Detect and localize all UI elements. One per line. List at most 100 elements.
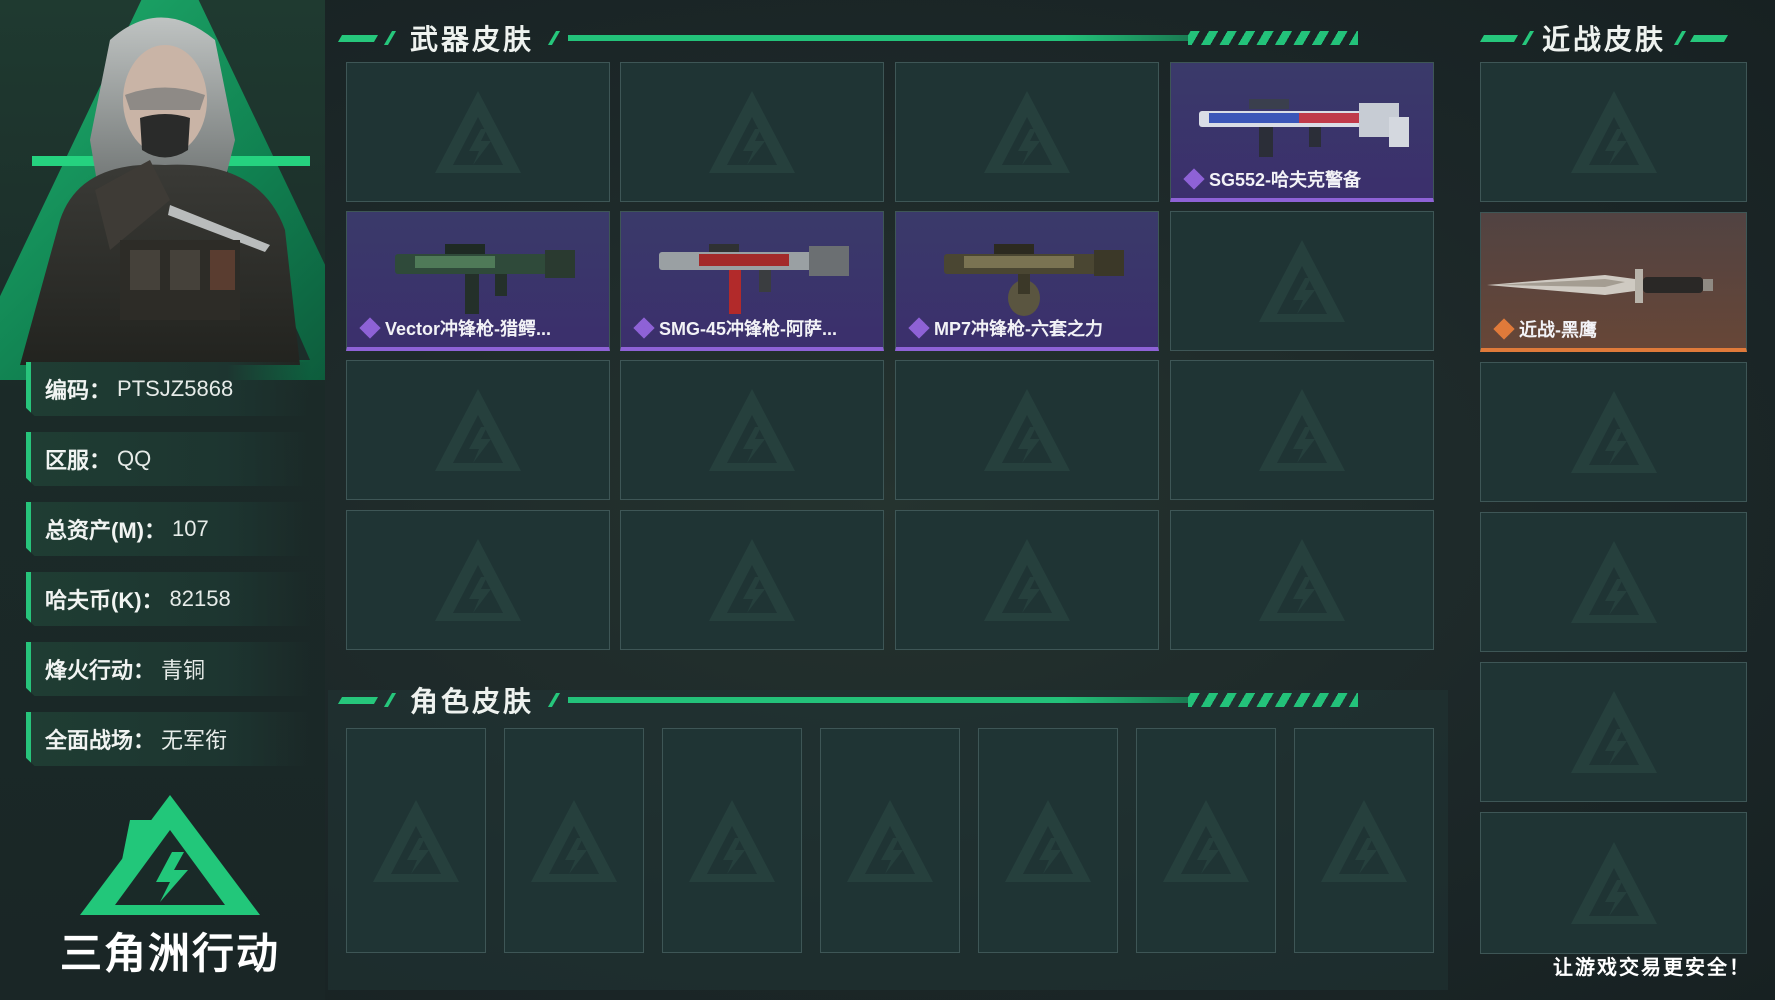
placeholder-logo-icon — [373, 799, 459, 882]
melee-empty-slot[interactable] — [1480, 362, 1747, 502]
skin-name: Vector冲锋枪-猎鳄... — [385, 319, 552, 339]
info-key: 编码： — [45, 378, 112, 403]
weapon-skin-card[interactable]: SG552-哈夫克警备 — [1170, 62, 1434, 202]
placeholder-logo-icon — [1570, 691, 1657, 773]
smg-icon — [659, 244, 849, 314]
skin-label: Vector冲锋枪-猎鳄... — [359, 315, 552, 341]
info-row-server: 区服： QQ — [26, 432, 311, 486]
info-row-assets: 总资产(M)： 107 — [26, 502, 311, 556]
info-row-code: 编码： PTSJZ5868 — [26, 362, 311, 416]
weapon-empty-slot[interactable] — [895, 360, 1159, 500]
placeholder-logo-icon — [1570, 541, 1657, 623]
weapon-skins-header: 武器皮肤 — [337, 20, 1450, 56]
profile-info-list: 编码： PTSJZ5868 区服： QQ 总资产(M)： 107 哈夫币(K)：… — [26, 362, 311, 782]
placeholder-logo-icon — [1259, 389, 1345, 471]
character-avatar — [20, 17, 300, 365]
placeholder-logo-icon — [709, 539, 795, 621]
header-hatch — [1188, 693, 1359, 707]
placeholder-logo-icon — [1259, 240, 1345, 322]
footer-slogan: 让游戏交易更安全！ — [1553, 957, 1751, 979]
placeholder-logo-icon — [1163, 799, 1249, 882]
info-key: 全面战场： — [45, 728, 156, 753]
weapon-empty-slot[interactable] — [895, 510, 1159, 650]
weapon-skin-card[interactable]: MP7冲锋枪-六套之力 — [895, 211, 1159, 351]
info-row-coins: 哈夫币(K)： 82158 — [26, 572, 311, 626]
delta-logo-icon — [80, 795, 260, 915]
role-empty-slot[interactable] — [662, 728, 802, 953]
skin-label: 近战-黑鹰 — [1493, 316, 1597, 342]
melee-empty-slot[interactable] — [1480, 812, 1747, 954]
header-dash — [1689, 34, 1729, 42]
placeholder-logo-icon — [1570, 91, 1657, 173]
rarity-diamond-icon — [633, 317, 655, 339]
info-value: 无军衔 — [161, 728, 228, 753]
header-tick — [547, 31, 561, 45]
role-empty-slot[interactable] — [978, 728, 1118, 953]
rarity-diamond-icon — [359, 317, 381, 339]
logo-text: 三角洲行动 — [60, 930, 281, 977]
header-tick — [1673, 31, 1687, 45]
skin-label: SG552-哈夫克警备 — [1183, 166, 1362, 192]
weapon-skin-card[interactable]: Vector冲锋枪-猎鳄... — [346, 211, 610, 351]
info-value: QQ — [117, 446, 152, 471]
placeholder-logo-icon — [709, 389, 795, 471]
weapon-empty-slot[interactable] — [1170, 211, 1434, 351]
placeholder-logo-icon — [1321, 799, 1407, 882]
rarity-diamond-icon — [1493, 318, 1515, 340]
weapon-empty-slot[interactable] — [620, 62, 884, 202]
skin-label: SMG-45冲锋枪-阿萨... — [633, 315, 838, 341]
info-value: 107 — [171, 516, 209, 541]
header-hatch — [1188, 31, 1359, 45]
placeholder-logo-icon — [435, 389, 521, 471]
melee-empty-slot[interactable] — [1480, 662, 1747, 802]
placeholder-logo-icon — [435, 539, 521, 621]
weapon-empty-slot[interactable] — [895, 62, 1159, 202]
placeholder-logo-icon — [847, 799, 933, 882]
header-tick — [1521, 31, 1535, 45]
placeholder-logo-icon — [1005, 799, 1091, 882]
role-empty-slot[interactable] — [504, 728, 644, 953]
melee-empty-slot[interactable] — [1480, 512, 1747, 652]
header-dash — [337, 34, 379, 42]
role-empty-slot[interactable] — [820, 728, 960, 953]
info-row-rank-operations: 烽火行动： 青铜 — [26, 642, 311, 696]
skin-name: SMG-45冲锋枪-阿萨... — [659, 319, 838, 339]
weapon-empty-slot[interactable] — [346, 360, 610, 500]
role-empty-slot[interactable] — [346, 728, 486, 953]
weapon-empty-slot[interactable] — [1170, 510, 1434, 650]
header-dash — [337, 696, 379, 704]
melee-skin-card[interactable]: 近战-黑鹰 — [1480, 212, 1747, 352]
weapon-empty-slot[interactable] — [620, 360, 884, 500]
rifle-icon — [1199, 99, 1409, 157]
role-empty-slot[interactable] — [1136, 728, 1276, 953]
weapon-empty-slot[interactable] — [346, 510, 610, 650]
placeholder-logo-icon — [689, 799, 775, 882]
weapon-empty-slot[interactable] — [620, 510, 884, 650]
melee-skins-header: 近战皮肤 — [1479, 20, 1752, 56]
header-line — [568, 35, 1189, 41]
header-tick — [383, 31, 397, 45]
placeholder-logo-icon — [984, 389, 1070, 471]
melee-skins-title: 近战皮肤 — [1542, 24, 1667, 55]
info-value: 82158 — [169, 586, 231, 611]
info-key: 区服： — [45, 448, 112, 473]
info-value: 青铜 — [161, 658, 206, 683]
skin-label: MP7冲锋枪-六套之力 — [908, 315, 1103, 341]
header-tick — [383, 693, 397, 707]
role-skins-header: 角色皮肤 — [337, 682, 1450, 718]
weapon-empty-slot[interactable] — [346, 62, 610, 202]
skin-name: SG552-哈夫克警备 — [1209, 170, 1362, 190]
info-key: 烽火行动： — [45, 658, 156, 683]
info-key: 哈夫币(K)： — [45, 588, 164, 613]
skin-name: 近战-黑鹰 — [1519, 320, 1597, 340]
game-logo: 三角洲行动 — [60, 790, 280, 980]
weapon-empty-slot[interactable] — [1170, 360, 1434, 500]
role-empty-slot[interactable] — [1294, 728, 1434, 953]
melee-empty-slot[interactable] — [1480, 62, 1747, 202]
role-skins-title: 角色皮肤 — [410, 686, 535, 717]
weapon-skin-card[interactable]: SMG-45冲锋枪-阿萨... — [620, 211, 884, 351]
info-value: PTSJZ5868 — [117, 376, 234, 401]
placeholder-logo-icon — [1570, 842, 1657, 924]
info-row-rank-battlefield: 全面战场： 无军衔 — [26, 712, 311, 766]
header-line — [568, 697, 1189, 703]
